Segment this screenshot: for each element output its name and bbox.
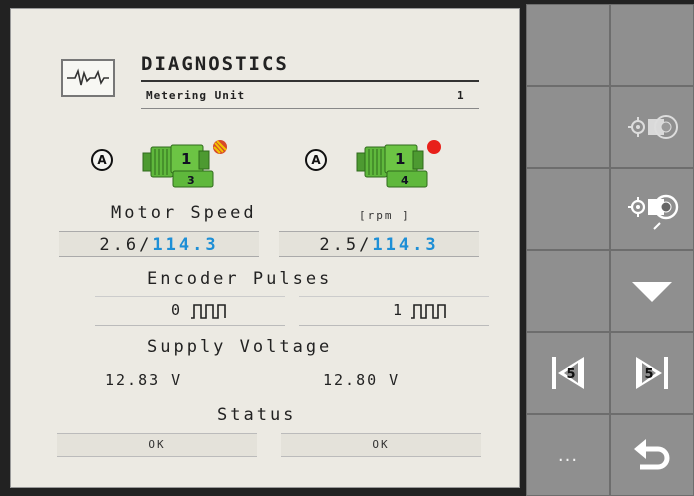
chevron-down-icon <box>632 282 672 302</box>
metering-unit-calibrate-button[interactable] <box>610 168 694 250</box>
motor-speed-right-sep: / <box>359 235 373 255</box>
page-subtitle: Metering Unit <box>146 89 246 102</box>
motor-speed-left-actual: 2.6 <box>99 235 140 255</box>
softkey-1-4[interactable] <box>526 250 610 332</box>
pulse-wave-icon-left <box>191 304 226 319</box>
page-title: DIAGNOSTICS <box>141 53 289 75</box>
supply-voltage-right: 12.80 V <box>323 371 401 389</box>
status-right: OK <box>281 433 481 457</box>
previous-page-button[interactable]: 5 <box>526 332 610 414</box>
motor-id-left: 3 <box>187 174 195 187</box>
more-softkeys-button[interactable]: ... <box>526 414 610 496</box>
waveform-icon <box>61 59 115 97</box>
motor-row-id-left: 1 <box>181 150 192 168</box>
motor-speed-label: Motor Speed <box>111 203 257 223</box>
supply-voltage-label: Supply Voltage <box>147 337 333 357</box>
softkey-2-1[interactable] <box>610 4 694 86</box>
return-arrow-icon <box>634 439 670 470</box>
motor-speed-right: 2.5/114.3 <box>279 231 479 257</box>
softkey-1-3[interactable] <box>526 168 610 250</box>
unit-number: 1 <box>457 89 464 102</box>
encoder-pulses-right: 1 <box>393 301 405 319</box>
title-divider <box>141 80 479 82</box>
motor-speed-right-actual: 2.5 <box>319 235 360 255</box>
back-button[interactable] <box>610 414 694 496</box>
auto-mode-badge-left: A <box>91 149 113 171</box>
motor-icon-left: 1 3 <box>141 139 233 189</box>
pulse-wave-icon-right <box>411 304 446 319</box>
supply-voltage-left: 12.83 V <box>105 371 183 389</box>
motor-speed-left-sep: / <box>139 235 153 255</box>
diagnostics-panel: DIAGNOSTICS Metering Unit 1 A 1 3 A 1 4 … <box>10 8 520 488</box>
encoder-pulses-label: Encoder Pulses <box>147 269 333 289</box>
skip-back-icon: 5 <box>552 357 584 389</box>
more-label: ... <box>557 444 579 466</box>
terminal-screen: DIAGNOSTICS Metering Unit 1 A 1 3 A 1 4 … <box>0 0 694 496</box>
previous-page-number: 5 <box>566 367 575 382</box>
encoder-pulses-left: 0 <box>171 301 183 319</box>
motor-speed-left: 2.6/114.3 <box>59 231 259 257</box>
status-left: OK <box>57 433 257 457</box>
next-page-number: 5 <box>644 367 653 382</box>
skip-forward-icon: 5 <box>636 357 668 389</box>
metering-unit-settings-button[interactable] <box>610 86 694 168</box>
sensor-camera-icon <box>628 115 678 139</box>
motor-id-right: 4 <box>401 174 409 187</box>
motor-speed-right-target: 114.3 <box>372 235 439 255</box>
encoder-left-box: 0 <box>95 296 285 326</box>
status-label: Status <box>217 405 297 425</box>
motor-speed-unit: [rpm ] <box>359 209 411 222</box>
sensor-camera-icon-active <box>628 194 679 230</box>
softkey-1-1[interactable] <box>526 4 610 86</box>
auto-mode-badge-right: A <box>305 149 327 171</box>
motor-row-id-right: 1 <box>395 150 406 168</box>
scroll-down-button[interactable] <box>610 250 694 332</box>
subtitle-divider <box>141 108 479 109</box>
motor-speed-left-target: 114.3 <box>152 235 219 255</box>
next-page-button[interactable]: 5 <box>610 332 694 414</box>
motor-icon-right: 1 4 <box>355 139 447 189</box>
encoder-right-box: 1 <box>299 296 489 326</box>
softkey-1-2[interactable] <box>526 86 610 168</box>
